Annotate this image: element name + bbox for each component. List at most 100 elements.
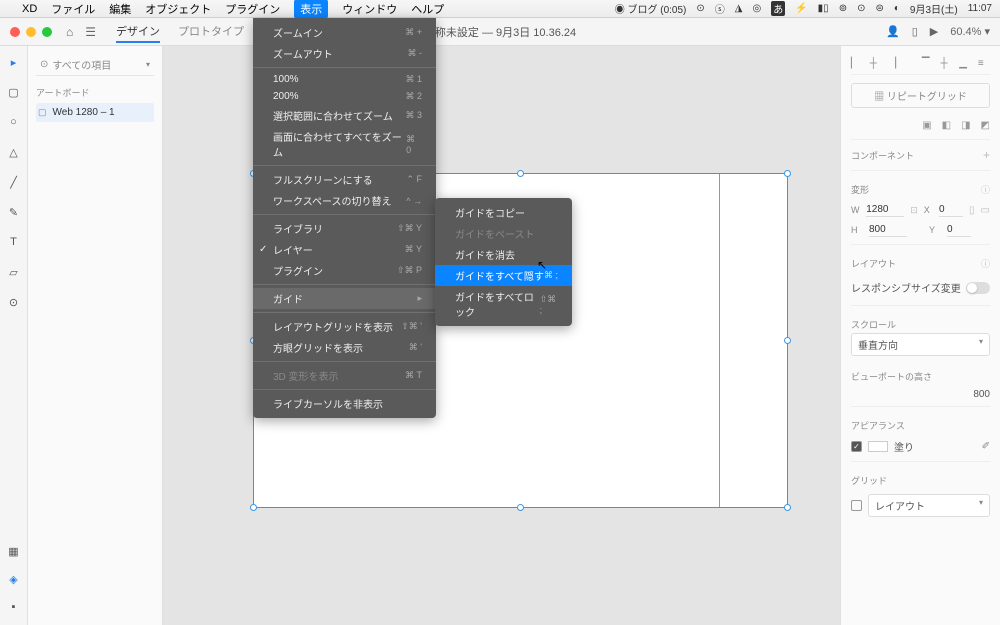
menu-icon[interactable]: ☰ <box>85 25 96 39</box>
menu-item[interactable]: ズームイン⌘ + <box>253 22 436 43</box>
minimize-window-button[interactable] <box>26 27 36 37</box>
distribute-icon[interactable]: ≡ <box>978 58 990 70</box>
search-input[interactable]: ⊙ すべての項目 <box>36 54 154 76</box>
align-bottom-icon[interactable]: ▁ <box>959 58 971 70</box>
menu-file[interactable]: ファイル <box>51 1 95 17</box>
libraries-icon[interactable]: ▦ <box>6 543 22 559</box>
menu-item[interactable]: ワークスペースの切り替え^ → <box>253 190 436 211</box>
menu-item[interactable]: ガイド▸ <box>253 288 436 309</box>
time-label[interactable]: 11:07 <box>968 3 992 14</box>
status-icon[interactable]: ◎ <box>752 3 761 14</box>
selection-handle[interactable] <box>784 170 791 177</box>
height-input[interactable] <box>869 223 907 237</box>
viewport-value[interactable]: 800 <box>851 387 990 402</box>
menu-item[interactable]: ズームアウト⌘ - <box>253 43 436 64</box>
status-blog[interactable]: ◉ ブログ (0:05) <box>615 1 687 16</box>
scroll-select[interactable]: 垂直方向 <box>851 333 990 356</box>
x-input[interactable] <box>939 203 963 217</box>
tab-prototype[interactable]: プロトタイプ <box>178 21 244 43</box>
app-name[interactable]: XD <box>22 3 37 15</box>
selection-handle[interactable] <box>784 337 791 344</box>
selection-handle[interactable] <box>250 504 257 511</box>
wifi-icon[interactable]: ⊚ <box>839 3 847 14</box>
close-window-button[interactable] <box>10 27 20 37</box>
tab-design[interactable]: デザイン <box>116 21 160 43</box>
play-icon[interactable]: ▶ <box>930 25 938 38</box>
align-right-icon[interactable]: ▕ <box>888 58 900 70</box>
add-component-button[interactable]: + <box>983 148 990 162</box>
menu-view[interactable]: 表示 <box>294 0 328 19</box>
menu-plugin[interactable]: プラグイン <box>225 1 280 17</box>
date-label[interactable]: 9月3日(土) <box>910 1 958 16</box>
menu-item[interactable]: 選択範囲に合わせてズーム⌘ 3 <box>253 105 436 126</box>
info-icon[interactable]: ⓘ <box>981 183 990 196</box>
layer-item[interactable]: Web 1280 – 1 <box>36 103 154 122</box>
layers-icon[interactable]: ◈ <box>6 571 22 587</box>
submenu-item[interactable]: ガイドをすべて隠す⌘ ; <box>435 265 572 286</box>
menu-item[interactable]: ライブラリ⇧⌘ Y <box>253 218 436 239</box>
selection-handle[interactable] <box>517 504 524 511</box>
select-tool[interactable]: ▸ <box>6 54 22 70</box>
align-left-icon[interactable]: ▏ <box>851 58 863 70</box>
lock-ratio-icon[interactable]: ⊡ <box>910 205 918 216</box>
menu-item[interactable]: 200%⌘ 2 <box>253 88 436 105</box>
y-input[interactable] <box>947 223 971 237</box>
phone-preview-icon[interactable]: ▯ <box>912 25 918 38</box>
menu-item[interactable]: ライブカーソルを非表示 <box>253 393 436 414</box>
repeat-grid-button[interactable]: ▦ リピートグリッド <box>851 83 990 108</box>
zoom-tool[interactable]: ⊙ <box>6 294 22 310</box>
menu-item[interactable]: フルスクリーンにする⌃ F <box>253 169 436 190</box>
text-tool[interactable]: T <box>6 234 22 250</box>
plugins-icon[interactable]: ▪ <box>6 599 22 615</box>
eyedropper-icon[interactable]: ✐ <box>982 441 990 452</box>
fill-checkbox[interactable]: ✓ <box>851 441 862 452</box>
menu-item[interactable]: レイアウトグリッドを表示⇧⌘ ' <box>253 316 436 337</box>
status-ime-icon[interactable]: あ <box>771 1 785 16</box>
boolean-exclude-icon[interactable]: ◩ <box>981 120 990 131</box>
menu-item[interactable]: プラグイン⇧⌘ P <box>253 260 436 281</box>
menu-item[interactable]: 100%⌘ 1 <box>253 71 436 88</box>
fill-swatch[interactable] <box>868 441 888 452</box>
line-tool[interactable]: ╱ <box>6 174 22 190</box>
align-center-v-icon[interactable]: ┼ <box>941 58 953 70</box>
boolean-intersect-icon[interactable]: ◨ <box>961 120 970 131</box>
control-center-icon[interactable]: ⊜ <box>875 3 883 14</box>
status-icon[interactable]: ◮ <box>735 3 743 14</box>
search-icon[interactable]: ⊙ <box>857 3 865 14</box>
maximize-window-button[interactable] <box>42 27 52 37</box>
pen-tool[interactable]: ✎ <box>6 204 22 220</box>
rectangle-tool[interactable]: ▢ <box>6 84 22 100</box>
align-center-h-icon[interactable]: ┼ <box>870 58 882 70</box>
menu-item[interactable]: 3D 変形を表示⌘ T <box>253 365 436 386</box>
battery-icon[interactable]: ▮▯ <box>818 3 829 14</box>
status-icon[interactable]: ⊙ <box>696 3 704 14</box>
submenu-item[interactable]: ガイドをすべてロック⇧⌘ ; <box>435 286 572 322</box>
responsive-toggle[interactable] <box>966 282 990 294</box>
menu-item[interactable]: レイヤー⌘ Y <box>253 239 436 260</box>
orientation-portrait-icon[interactable]: ▯ <box>969 205 975 216</box>
info-icon[interactable]: ⓘ <box>981 257 990 270</box>
polygon-tool[interactable]: △ <box>6 144 22 160</box>
menu-object[interactable]: オブジェクト <box>145 1 211 17</box>
selection-handle[interactable] <box>517 170 524 177</box>
align-top-icon[interactable]: ▔ <box>922 58 934 70</box>
menu-help[interactable]: ヘルプ <box>411 1 444 17</box>
boolean-add-icon[interactable]: ▣ <box>922 120 931 131</box>
home-icon[interactable]: ⌂ <box>66 25 73 39</box>
menu-edit[interactable]: 編集 <box>109 1 131 17</box>
submenu-item[interactable]: ガイドを消去 <box>435 244 572 265</box>
status-icon[interactable]: ⚡ <box>795 3 807 14</box>
artboard-tool[interactable]: ▱ <box>6 264 22 280</box>
boolean-subtract-icon[interactable]: ◧ <box>942 120 951 131</box>
grid-checkbox[interactable] <box>851 500 862 511</box>
width-input[interactable] <box>866 203 904 217</box>
selection-handle[interactable] <box>784 504 791 511</box>
menu-item[interactable]: 画面に合わせてすべてをズーム⌘ 0 <box>253 126 436 162</box>
orientation-landscape-icon[interactable]: ▭ <box>981 205 990 216</box>
menu-window[interactable]: ウィンドウ <box>342 1 397 17</box>
ellipse-tool[interactable]: ○ <box>6 114 22 130</box>
submenu-item[interactable]: ガイドをコピー <box>435 202 572 223</box>
siri-icon[interactable]: ◐ <box>894 3 900 14</box>
vertical-guide[interactable] <box>719 174 720 507</box>
submenu-item[interactable]: ガイドをペースト <box>435 223 572 244</box>
